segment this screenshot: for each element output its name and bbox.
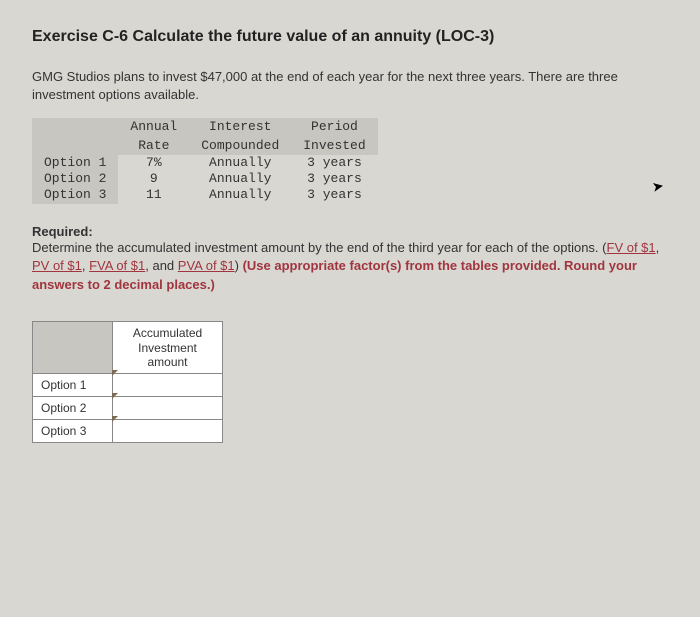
cell-rate: 11 (118, 187, 189, 203)
cell-period: 3 years (291, 171, 377, 187)
table-row: Option 1 7% Annually 3 years (32, 155, 378, 171)
cell-rate: 9 (118, 171, 189, 187)
required-block: Required: Determine the accumulated inve… (32, 224, 672, 296)
cell-rate: 7% (118, 155, 189, 171)
answer-table: Accumulated Investment amount Option 1 O… (32, 321, 223, 443)
req-before: Determine the accumulated investment amo… (32, 240, 607, 255)
required-text: Determine the accumulated investment amo… (32, 239, 672, 296)
answer-col-header: Accumulated Investment amount (113, 322, 223, 374)
row-label: Option 3 (32, 187, 118, 203)
hdr-l2: Investment (138, 341, 197, 355)
req-after-paren: ) (235, 258, 243, 273)
answer-row-label: Option 3 (33, 420, 113, 443)
row-label: Option 2 (32, 171, 118, 187)
link-pv[interactable]: PV of $1 (32, 258, 82, 273)
options-table: Annual Interest Period Rate Compounded I… (32, 118, 378, 203)
table-row: Option 2 (33, 397, 223, 420)
cell-period: 3 years (291, 187, 377, 203)
answer-input-option3[interactable] (113, 420, 223, 443)
table-row: Option 1 (33, 374, 223, 397)
col-period-h2: Invested (291, 137, 377, 155)
answer-corner (33, 322, 113, 374)
intro-text: GMG Studios plans to invest $47,000 at t… (32, 68, 672, 104)
cell-comp: Annually (189, 155, 291, 171)
exercise-title: Exercise C-6 Calculate the future value … (32, 28, 672, 46)
answer-row-label: Option 1 (33, 374, 113, 397)
sep-and: , and (145, 258, 178, 273)
cell-period: 3 years (291, 155, 377, 171)
col-comp-h1: Interest (189, 118, 291, 136)
answer-row-label: Option 2 (33, 397, 113, 420)
col-comp-h2: Compounded (189, 137, 291, 155)
cell-comp: Annually (189, 171, 291, 187)
options-corner (32, 118, 118, 155)
cursor-icon: ➤ (651, 177, 666, 196)
table-row: Option 3 (33, 420, 223, 443)
cell-comp: Annually (189, 187, 291, 203)
answer-input-option1[interactable] (113, 374, 223, 397)
link-pva[interactable]: PVA of $1 (178, 258, 235, 273)
sep: , (656, 240, 660, 255)
row-label: Option 1 (32, 155, 118, 171)
hdr-l1: Accumulated (133, 326, 202, 340)
table-row: Option 3 11 Annually 3 years (32, 187, 378, 203)
answer-input-option2[interactable] (113, 397, 223, 420)
hdr-l3: amount (147, 355, 187, 369)
table-row: Option 2 9 Annually 3 years (32, 171, 378, 187)
col-rate-h1: Annual (118, 118, 189, 136)
col-rate-h2: Rate (118, 137, 189, 155)
required-label: Required: (32, 224, 672, 239)
link-fva[interactable]: FVA of $1 (89, 258, 145, 273)
col-period-h1: Period (291, 118, 377, 136)
link-fv[interactable]: FV of $1 (607, 240, 656, 255)
